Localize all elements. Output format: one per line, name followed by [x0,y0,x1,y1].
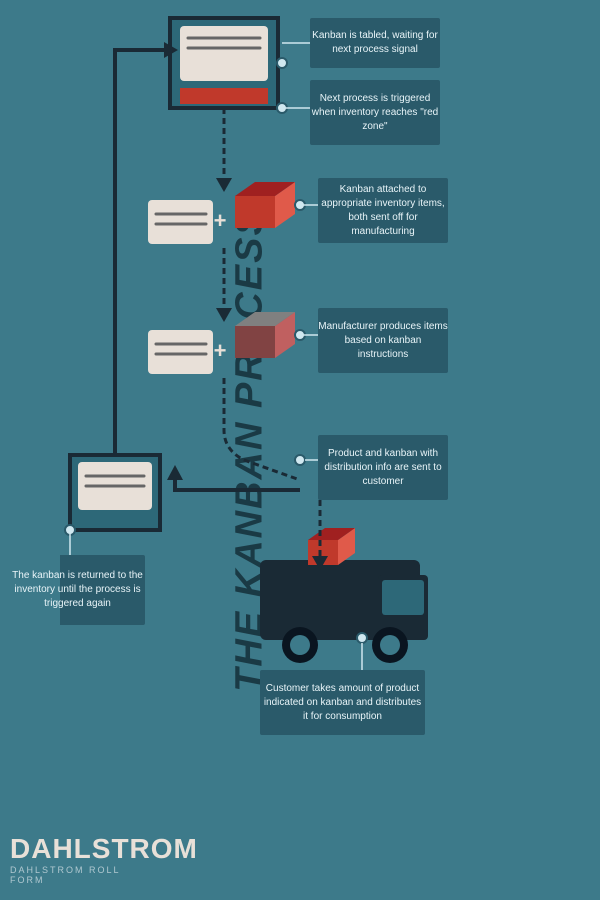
callout1-box [310,18,440,68]
arrow1 [216,178,232,192]
logo-brand: DAHLSTROM [10,833,150,865]
callout5-box [260,670,425,735]
step2-kanban-card [148,200,213,244]
step2-plus: + [214,208,227,233]
step4-dot [295,455,305,465]
step3-plus: + [214,338,227,363]
step2-cube-front [235,196,275,228]
step1-red-zone [180,88,268,104]
arrow-to-return [167,465,183,480]
arrow2 [216,308,232,322]
callout4-box [318,308,448,373]
truck-dot [357,633,367,643]
step3-kanban-card [148,330,213,374]
logo-sub: DAHLSTROM ROLL FORM [10,865,150,885]
step1-kanban-card [180,26,268,81]
step1-dot1 [277,58,287,68]
callout2-box [310,80,440,145]
callout6-box [60,555,145,625]
logo-area: DAHLSTROM DAHLSTROM ROLL FORM [10,833,150,885]
callout3-box [318,178,448,243]
callout4b-box [318,435,448,500]
